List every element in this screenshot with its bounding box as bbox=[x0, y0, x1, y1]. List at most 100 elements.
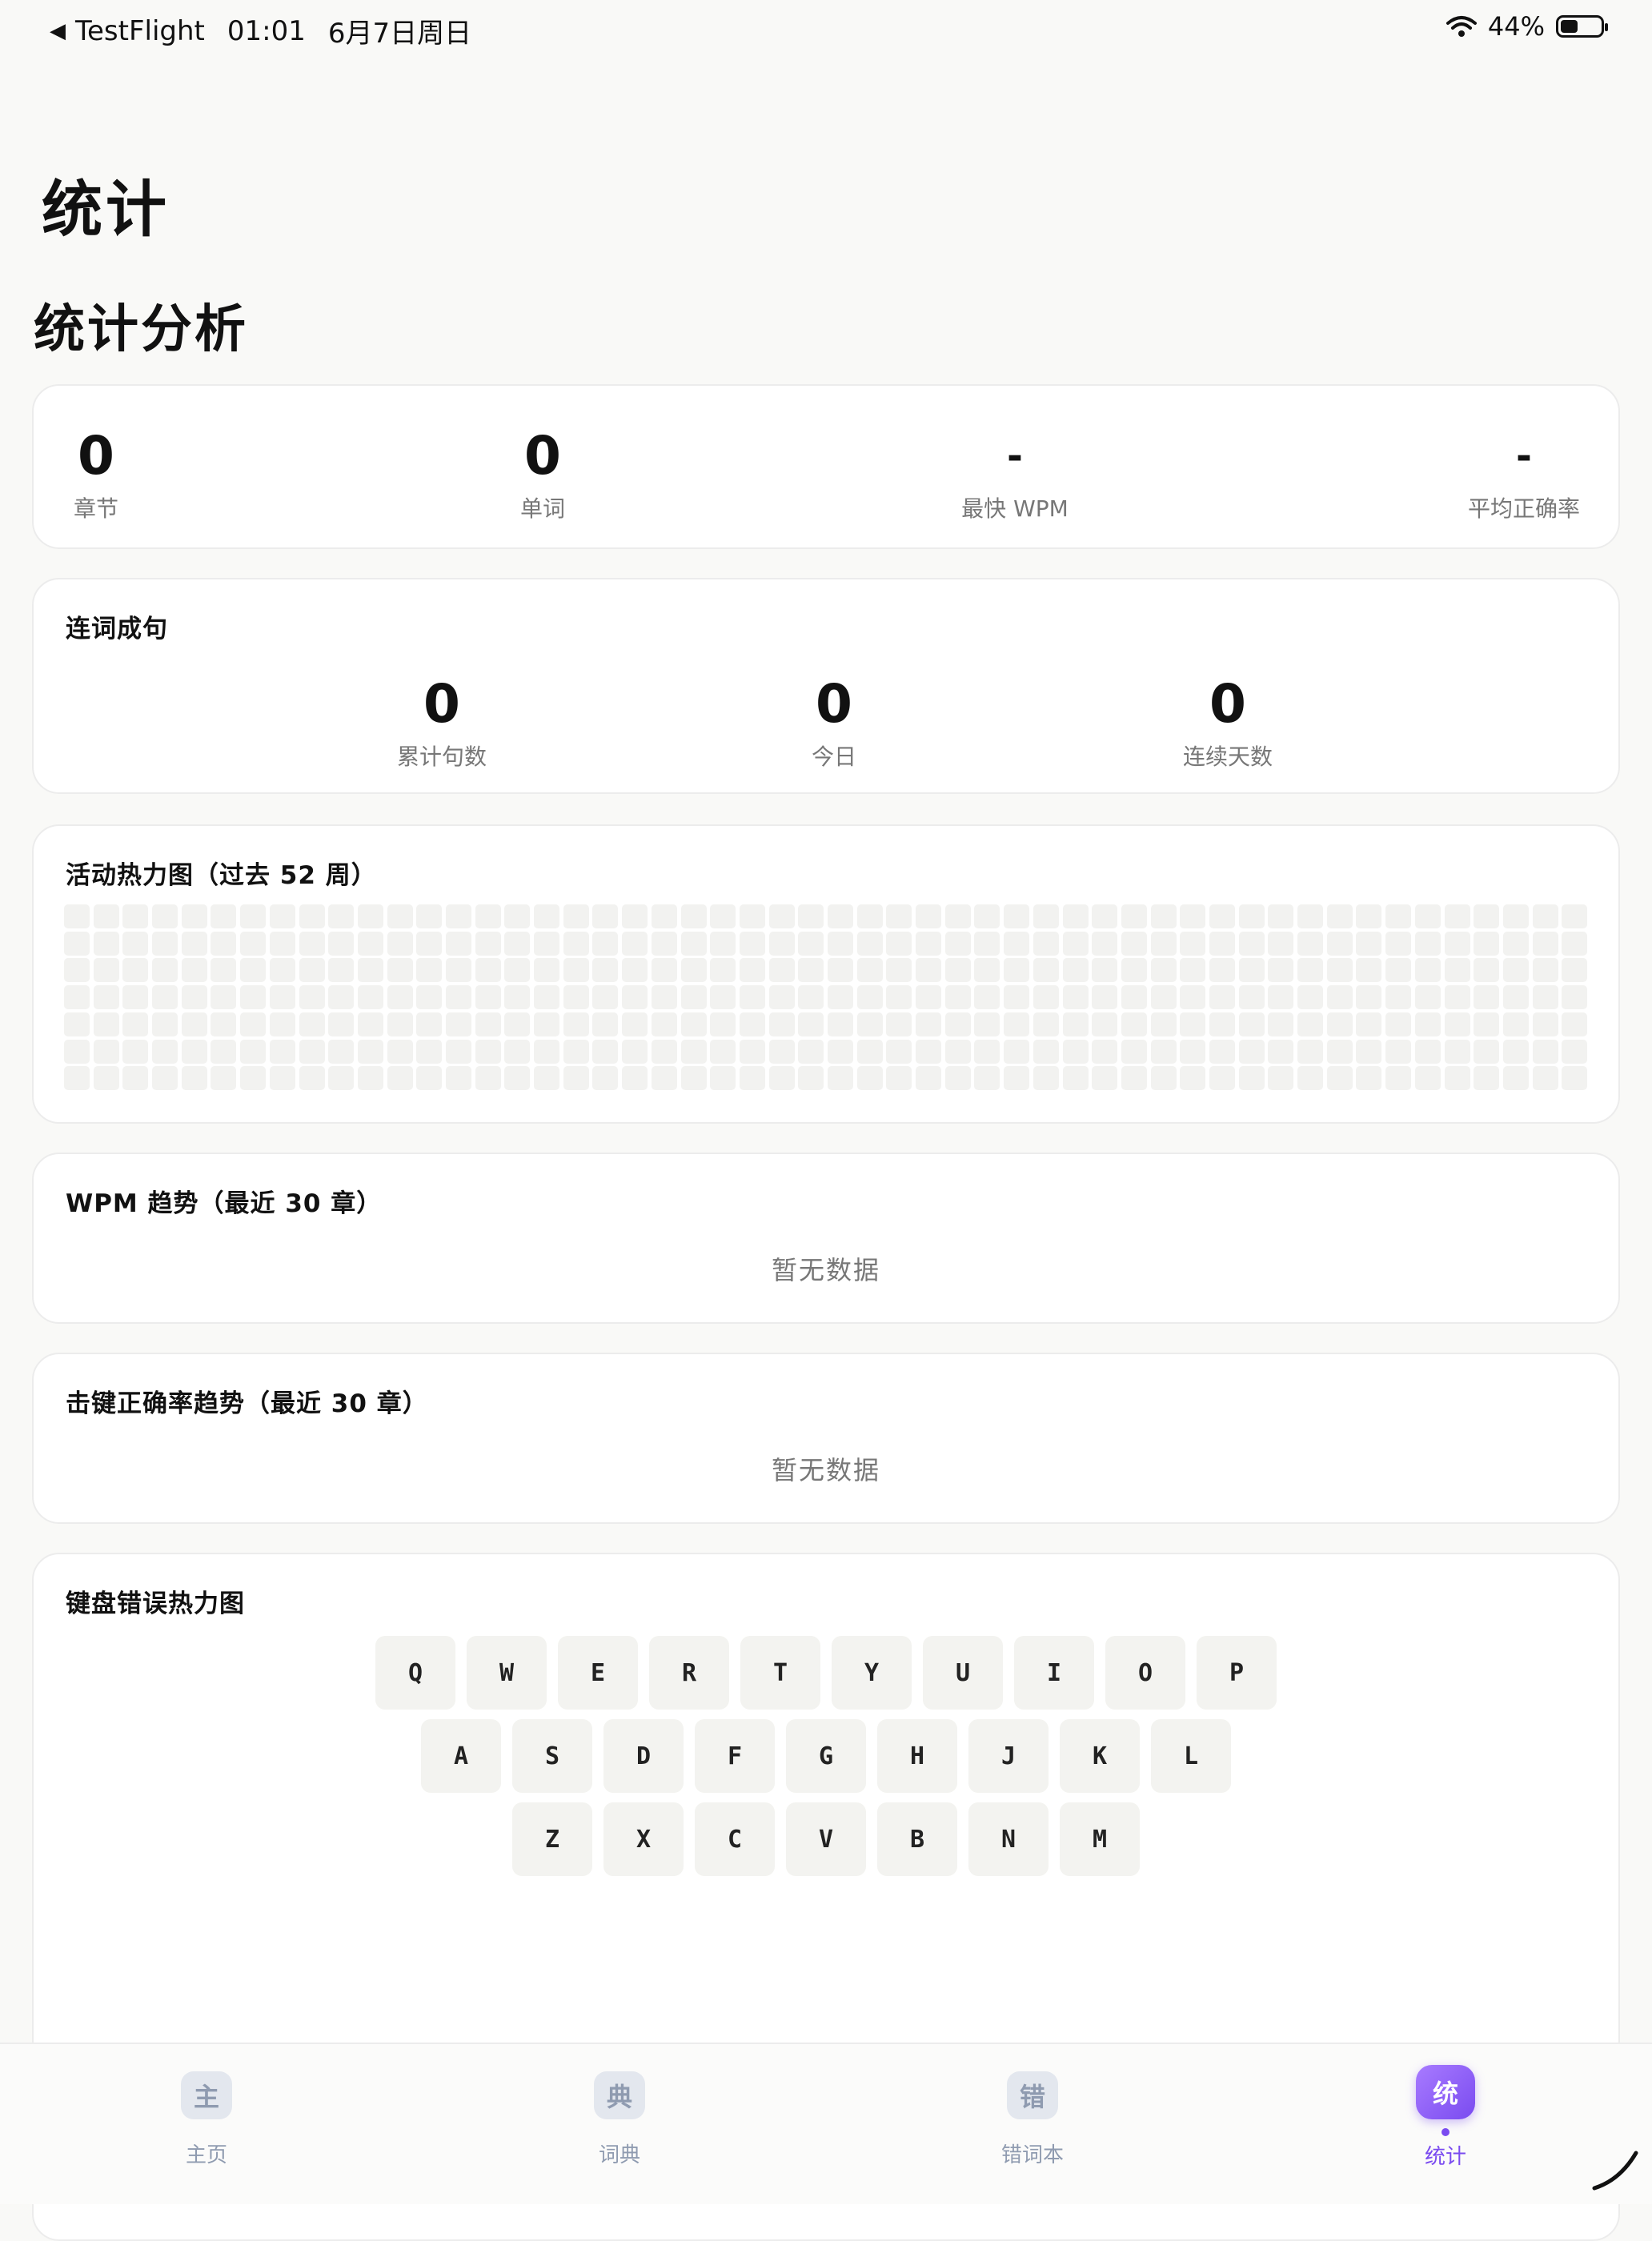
heatmap-cell bbox=[1474, 985, 1500, 1010]
heatmap-cell bbox=[357, 958, 383, 983]
heatmap-cell bbox=[1150, 958, 1177, 983]
heatmap-cell bbox=[1532, 1066, 1558, 1091]
heatmap-cell bbox=[1238, 1012, 1265, 1036]
heatmap-cell bbox=[856, 1039, 883, 1064]
home-icon: 主 bbox=[181, 2071, 232, 2119]
key-y: Y bbox=[832, 1636, 912, 1710]
heatmap-cell bbox=[1150, 985, 1177, 1010]
heatmap-cell bbox=[1062, 985, 1089, 1010]
heatmap-cell bbox=[798, 958, 824, 983]
heatmap-cell bbox=[328, 904, 355, 928]
tab-label: 统计 bbox=[1424, 2145, 1466, 2169]
heatmap-cell bbox=[446, 958, 471, 983]
card-title: 击键正确率趋势（最近 30 章） bbox=[66, 1389, 428, 1418]
heatmap-cell bbox=[563, 904, 589, 928]
heatmap-cell bbox=[916, 931, 942, 956]
stat-value: 0 bbox=[78, 425, 114, 487]
heatmap-cell bbox=[1474, 958, 1500, 983]
heatmap-cell bbox=[1268, 958, 1294, 983]
status-left: ◀ TestFlight 01:01 6月7日周日 bbox=[50, 11, 471, 50]
heatmap-cell bbox=[1562, 931, 1588, 956]
heatmap-cell bbox=[1121, 958, 1147, 983]
tab-mistakes[interactable]: 错 错词本 bbox=[952, 2071, 1113, 2168]
heatmap-cell bbox=[1297, 1039, 1324, 1064]
stat-avg-accuracy: - 平均正确率 bbox=[1460, 424, 1588, 523]
heatmap-cell bbox=[768, 931, 795, 956]
heatmap-cell bbox=[1297, 904, 1324, 928]
stat-total-sentences: 0 累计句数 bbox=[370, 672, 514, 772]
stat-streak-days: 0 连续天数 bbox=[1156, 672, 1300, 772]
heatmap-cell bbox=[828, 1012, 853, 1036]
heatmap-cell bbox=[1502, 931, 1529, 956]
back-arrow-icon[interactable]: ◀ bbox=[50, 19, 66, 43]
tab-bar: 主 主页 典 词典 错 错词本 统 统计 bbox=[0, 2043, 1652, 2204]
heatmap-cell bbox=[916, 985, 942, 1010]
heatmap-cell bbox=[269, 958, 295, 983]
heatmap-cell bbox=[856, 931, 883, 956]
pencil-stroke-icon bbox=[1592, 2151, 1638, 2191]
heatmap-cell bbox=[534, 904, 560, 928]
heatmap-cell bbox=[446, 931, 471, 956]
heatmap-cell bbox=[152, 1066, 178, 1091]
heatmap-cell bbox=[1180, 1066, 1206, 1091]
heatmap-cell bbox=[1444, 1039, 1470, 1064]
back-app-label[interactable]: TestFlight bbox=[75, 15, 205, 47]
heatmap-cell bbox=[1562, 1012, 1588, 1036]
heatmap-cell bbox=[1092, 1039, 1118, 1064]
wpm-trend-card: WPM 趋势（最近 30 章） 暂无数据 bbox=[32, 1153, 1620, 1324]
heatmap-cell bbox=[1268, 1012, 1294, 1036]
heatmap-cell bbox=[328, 931, 355, 956]
heatmap-cell bbox=[739, 1012, 765, 1036]
heatmap-cell bbox=[1092, 904, 1118, 928]
heatmap-cell bbox=[651, 1066, 677, 1091]
heatmap-cell bbox=[1297, 931, 1324, 956]
heatmap-cell bbox=[944, 904, 971, 928]
key-q: Q bbox=[375, 1636, 455, 1710]
heatmap-cell bbox=[64, 931, 90, 956]
heatmap-cell bbox=[974, 1066, 1000, 1091]
heatmap-cell bbox=[122, 1066, 149, 1091]
heatmap-cell bbox=[1209, 1039, 1235, 1064]
heatmap-cell bbox=[828, 958, 853, 983]
heatmap-cell bbox=[181, 1039, 207, 1064]
heatmap-cell bbox=[122, 1039, 149, 1064]
heatmap-cell bbox=[710, 985, 736, 1010]
heatmap-cell bbox=[328, 1012, 355, 1036]
heatmap-cell bbox=[739, 931, 765, 956]
heatmap-cell bbox=[475, 1066, 501, 1091]
heatmap-cell bbox=[710, 1066, 736, 1091]
key-h: H bbox=[877, 1719, 957, 1793]
heatmap-cell bbox=[475, 931, 501, 956]
tab-dictionary[interactable]: 典 词典 bbox=[539, 2071, 700, 2168]
heatmap-cell bbox=[592, 985, 619, 1010]
tab-stats[interactable]: 统 统计 bbox=[1365, 2065, 1526, 2170]
heatmap-cell bbox=[211, 1066, 237, 1091]
heatmap-cell bbox=[534, 985, 560, 1010]
heatmap-cell bbox=[299, 958, 325, 983]
heatmap-cell bbox=[1356, 904, 1382, 928]
heatmap-cell bbox=[64, 1039, 90, 1064]
heatmap-cell bbox=[798, 1039, 824, 1064]
keyboard-row-middle: ASDFGHJKL bbox=[34, 1719, 1618, 1793]
heatmap-cell bbox=[357, 904, 383, 928]
tab-home[interactable]: 主 主页 bbox=[126, 2071, 287, 2168]
heatmap-cell bbox=[416, 904, 443, 928]
heatmap-cell bbox=[534, 958, 560, 983]
heatmap-cell bbox=[651, 985, 677, 1010]
heatmap-cell bbox=[1209, 904, 1235, 928]
stat-value: 0 bbox=[1209, 673, 1246, 735]
heatmap-cell bbox=[1268, 1039, 1294, 1064]
heatmap-cell bbox=[1385, 904, 1412, 928]
heatmap-cell bbox=[299, 904, 325, 928]
heatmap-cell bbox=[1444, 1066, 1470, 1091]
heatmap-cell bbox=[181, 985, 207, 1010]
heatmap-cell bbox=[1414, 931, 1441, 956]
heatmap-cell bbox=[563, 1039, 589, 1064]
heatmap-cell bbox=[269, 904, 295, 928]
heatmap-cell bbox=[93, 904, 119, 928]
heatmap-cell bbox=[328, 985, 355, 1010]
heatmap-cell bbox=[886, 1066, 912, 1091]
heatmap-cell bbox=[916, 1012, 942, 1036]
heatmap-cell bbox=[1356, 931, 1382, 956]
heatmap-cell bbox=[122, 1012, 149, 1036]
